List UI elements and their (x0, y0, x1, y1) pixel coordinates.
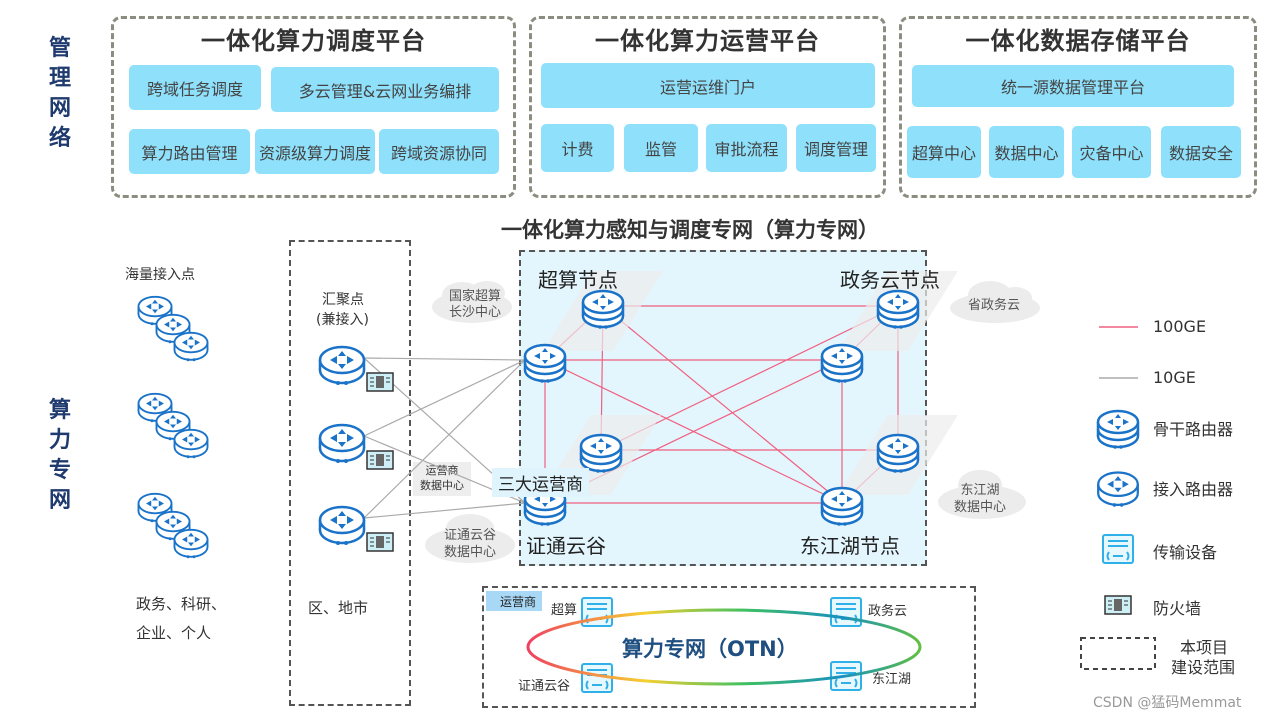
legend-graphics (1080, 326, 1156, 670)
legend-10ge-label: 10GE (1153, 368, 1196, 387)
legend-scope-box (1080, 637, 1156, 670)
legend-scope-line2: 建设范围 (1171, 658, 1236, 677)
access-router-icon (1097, 471, 1139, 508)
legend-backbone-label: 骨干路由器 (1153, 420, 1234, 439)
legend-100ge-label: 100GE (1153, 317, 1207, 336)
firewall-icon (1104, 595, 1132, 615)
transmission-device-icon (1102, 534, 1134, 564)
legend-transmission-label: 传输设备 (1153, 543, 1218, 562)
legend-access-label: 接入路由器 (1153, 480, 1234, 499)
watermark: CSDN @猛码Memmat (1093, 695, 1242, 711)
backbone-router-icon (1096, 409, 1140, 451)
legend-firewall-label: 防火墙 (1153, 599, 1202, 618)
